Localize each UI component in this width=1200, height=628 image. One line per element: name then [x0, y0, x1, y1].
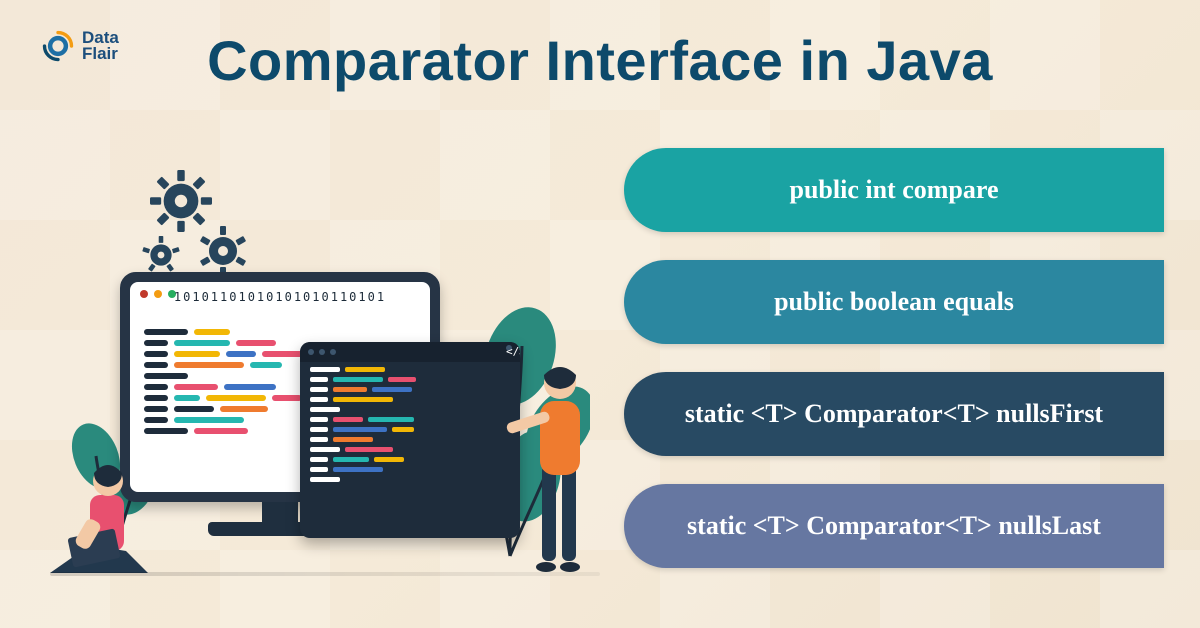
monitor-stand-icon [262, 502, 298, 524]
person-sitting-icon [30, 425, 180, 580]
gear-icon [198, 226, 248, 276]
gear-icon [142, 236, 180, 274]
code-editor-icon: </> [300, 342, 520, 538]
method-pill: public boolean equals [624, 260, 1164, 344]
page-title: Comparator Interface in Java [0, 28, 1200, 93]
method-pill: static <T> Comparator<T> nullsLast [624, 484, 1164, 568]
gear-icon [150, 170, 212, 232]
illustration: 10101101010101010110101 </> [30, 164, 590, 594]
binary-text: 10101101010101010110101 [130, 290, 430, 304]
person-standing-icon [500, 345, 610, 580]
method-pill: static <T> Comparator<T> nullsFirst [624, 372, 1164, 456]
floor-line [50, 572, 600, 576]
method-pill-list: public int compare public boolean equals… [624, 148, 1164, 568]
method-pill: public int compare [624, 148, 1164, 232]
